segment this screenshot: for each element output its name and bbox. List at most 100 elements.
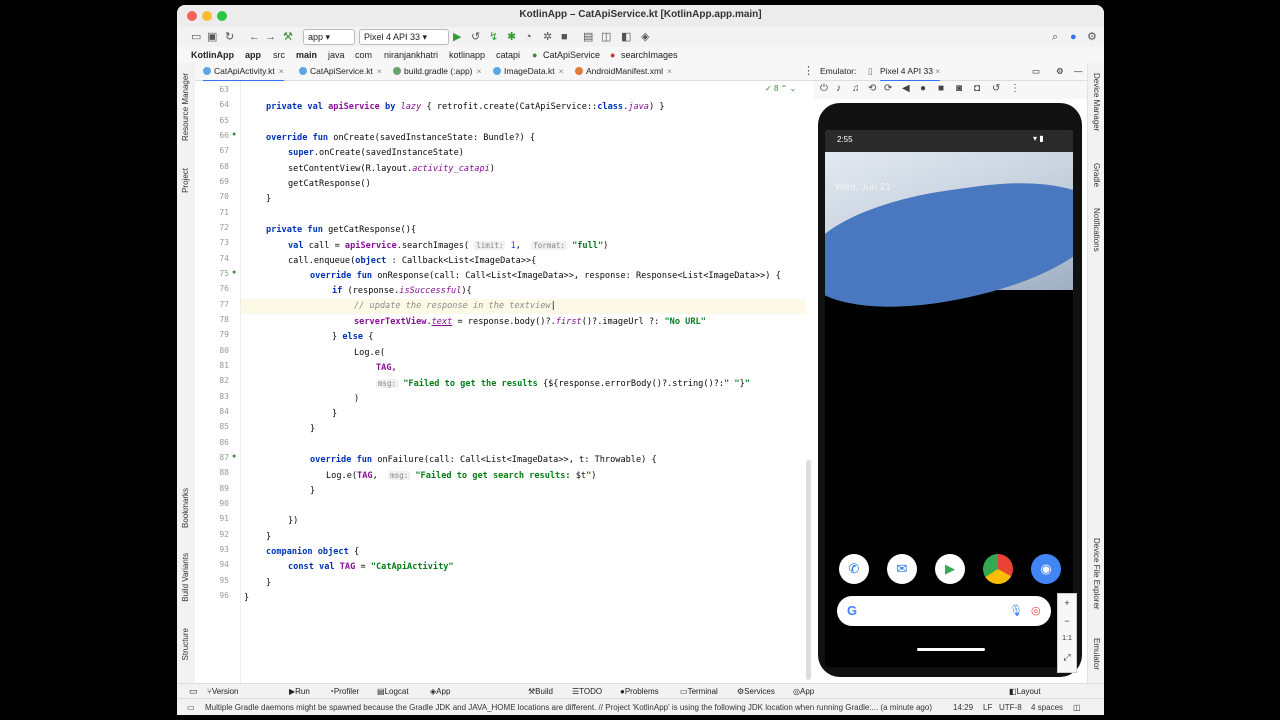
tool-bookmarks[interactable]: Bookmarks (181, 488, 190, 528)
tool-build[interactable]: ⚒ Build (528, 684, 553, 699)
close-icon[interactable]: × (559, 66, 564, 76)
phone-screen[interactable]: 2:55 ▾ ▮ Wed, Jun 21 ✆ ✉ ▶ ◉ G 🎙 ◎ (825, 130, 1073, 667)
editor-scrollbar[interactable] (806, 460, 811, 680)
tool-emulator[interactable]: Emulator (1092, 638, 1101, 670)
screenshot-icon[interactable]: ◙ (956, 83, 962, 94)
tab-catapiservice[interactable]: CatApiService.kt × (299, 63, 382, 80)
zoom-out-icon[interactable]: − (1058, 612, 1076, 630)
actual-size-icon[interactable]: 1:1 (1058, 630, 1076, 648)
settings-icon[interactable]: ⚙ (1056, 63, 1064, 80)
overview-icon[interactable]: ■ (938, 83, 944, 94)
rerun-icon[interactable]: ↺ (471, 30, 480, 44)
apply-changes-icon[interactable]: ↯ (489, 30, 498, 44)
breadcrumb-item[interactable]: CatApiService (543, 47, 600, 63)
more-tabs-icon[interactable]: ⋮ (803, 63, 814, 80)
tool-build-variants[interactable]: Build Variants (181, 553, 190, 602)
override-gutter-icon[interactable]: ● (232, 453, 236, 460)
open-icon[interactable]: ▭ (191, 30, 201, 44)
record-icon[interactable]: ◘ (974, 83, 980, 94)
sidebar-toggle-icon[interactable]: ▭ (189, 684, 198, 699)
hammer-icon[interactable]: ⚒ (283, 30, 293, 44)
search-icon[interactable]: ⌕ (1052, 30, 1058, 44)
override-gutter-icon[interactable]: ● (232, 269, 236, 276)
breadcrumb-item[interactable]: src (273, 47, 285, 63)
status-message[interactable]: Multiple Gradle daemons might be spawned… (205, 699, 935, 715)
caret-position[interactable]: 14:29 (953, 699, 973, 715)
debug-icon[interactable]: ✱ (507, 30, 516, 44)
breadcrumb-item[interactable]: catapi (496, 47, 520, 63)
camera-app-icon[interactable]: ◉ (1031, 554, 1061, 584)
tool-notifications[interactable]: Notifications (1092, 208, 1101, 252)
tool-gradle[interactable]: Gradle (1092, 163, 1101, 187)
close-icon[interactable]: × (377, 66, 382, 76)
snapshot-icon[interactable]: ↺ (992, 83, 1000, 94)
rotate-left-icon[interactable]: ⟲ (868, 83, 876, 94)
chrome-app-icon[interactable] (983, 554, 1013, 584)
zoom-in-icon[interactable]: + (1058, 594, 1076, 612)
breadcrumb-item[interactable]: com (355, 47, 372, 63)
tool-profiler[interactable]: ◔ Profiler (329, 684, 359, 699)
tool-resource-manager[interactable]: Resource Manager (181, 73, 190, 141)
tab-manifest[interactable]: AndroidManifest.xml × (575, 63, 672, 80)
tab-imagedata[interactable]: ImageData.kt × (493, 63, 564, 80)
messages-app-icon[interactable]: ✉ (887, 554, 917, 584)
window-icon[interactable]: ▭ (1032, 63, 1040, 80)
settings-icon[interactable]: ⚙ (1087, 30, 1097, 44)
power-icon[interactable]: ⏻ (820, 83, 828, 94)
volume-up-icon[interactable]: ♪ (836, 83, 841, 94)
line-separator[interactable]: LF (983, 699, 992, 715)
back-icon[interactable]: ← (249, 30, 260, 44)
tool-project[interactable]: Project (181, 168, 190, 193)
breadcrumb-item[interactable]: java (328, 47, 345, 63)
breadcrumb-item[interactable]: app (245, 47, 261, 63)
phone-app-icon[interactable]: ✆ (839, 554, 869, 584)
close-icon[interactable]: × (477, 66, 482, 76)
tool-device-file-explorer[interactable]: Device File Explorer (1092, 538, 1101, 610)
override-gutter-icon[interactable]: ● (232, 131, 236, 138)
indent-setting[interactable]: 4 spaces (1031, 699, 1063, 715)
play-store-app-icon[interactable]: ▶ (935, 554, 965, 584)
profile-icon[interactable]: ◔ (525, 30, 532, 44)
hide-icon[interactable]: — (1074, 63, 1083, 80)
memory-icon[interactable]: ◫ (1073, 699, 1081, 715)
attach-debugger-icon[interactable]: ✲ (543, 30, 552, 44)
rotate-right-icon[interactable]: ⟳ (884, 83, 892, 94)
tool-run[interactable]: ▶ Run (289, 684, 310, 699)
tool-layout-inspector[interactable]: ◧ Layout Inspector (1009, 684, 1049, 711)
sync-icon[interactable]: ↻ (225, 30, 234, 44)
save-icon[interactable]: ▣ (207, 30, 217, 44)
tool-terminal[interactable]: ▭ Terminal (680, 684, 718, 699)
tool-structure[interactable]: Structure (181, 628, 190, 660)
tool-problems[interactable]: ● Problems (620, 684, 659, 699)
tool-app-quality-insights[interactable]: ◈ App Quality Insights (430, 684, 461, 711)
update-icon[interactable]: ● (1070, 30, 1077, 44)
google-search-bar[interactable]: G 🎙 ◎ (837, 596, 1051, 626)
tab-catapiactivity[interactable]: CatApiActivity.kt × (203, 63, 284, 82)
code-editor[interactable]: ✓ 8 ⌃ ⌄ private val apiService by lazy {… (241, 81, 806, 683)
breadcrumb-item[interactable]: niranjankhatri (384, 47, 438, 63)
volume-down-icon[interactable]: ♫ (852, 83, 860, 94)
file-encoding[interactable]: UTF-8 (999, 699, 1022, 715)
home-icon[interactable]: ● (920, 83, 926, 94)
breadcrumb-item[interactable]: searchImages (621, 47, 678, 63)
layout-inspector-icon[interactable]: ◈ (641, 30, 649, 44)
warnings-indicator[interactable]: ✓ 8 ⌃ ⌄ (765, 84, 796, 93)
close-icon[interactable]: × (667, 66, 672, 76)
forward-icon[interactable]: → (265, 30, 276, 44)
breadcrumb-item[interactable]: main (296, 47, 317, 63)
emulator-device-tab[interactable]: Pixel 4 API 33 × (880, 63, 941, 82)
breadcrumb-item[interactable]: kotlinapp (449, 47, 485, 63)
lens-icon[interactable]: ◎ (1031, 604, 1041, 617)
tool-device-manager[interactable]: Device Manager (1092, 73, 1101, 131)
tool-version-control[interactable]: ⑂ Version Control (207, 684, 239, 711)
sdk-manager-icon[interactable]: ◫ (601, 30, 611, 44)
tab-build-gradle[interactable]: build.gradle (:app) × (393, 63, 481, 80)
microphone-icon[interactable]: 🎙 (1009, 604, 1023, 617)
more-icon[interactable]: ⋮ (1010, 83, 1020, 94)
logcat-icon[interactable]: ◧ (621, 30, 631, 44)
tool-services[interactable]: ⚙ Services (737, 684, 775, 699)
tool-app-inspection[interactable]: ◎ App Inspection (793, 684, 836, 711)
breadcrumb-item[interactable]: KotlinApp (191, 47, 234, 63)
navigation-handle[interactable] (917, 648, 985, 651)
device-manager-icon[interactable]: ▤ (583, 30, 593, 44)
